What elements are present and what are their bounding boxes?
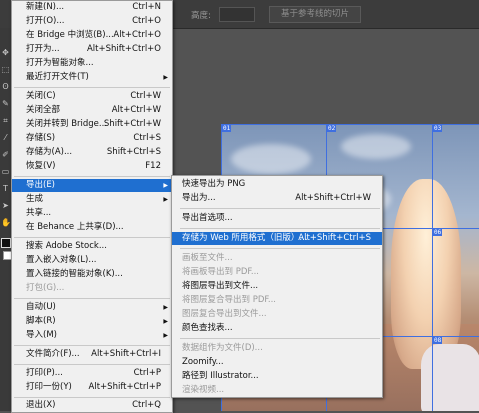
move-tool-icon[interactable]: ✥ <box>1 48 10 57</box>
menu-item-paths-to-illustrator[interactable]: 路径到 Illustrator... <box>172 370 382 383</box>
menu-item-automate[interactable]: 自动(U) ▶ <box>12 301 172 314</box>
crop-tool-icon[interactable]: ⌗ <box>1 116 10 125</box>
menu-item-recent[interactable]: 最近打开文件(T) ▶ <box>12 71 172 84</box>
submenu-arrow-icon: ▶ <box>163 74 168 81</box>
submenu-arrow-icon: ▶ <box>163 182 168 189</box>
slices-from-guides-button[interactable]: 基于参考线的切片 <box>269 6 361 23</box>
menu-item-new[interactable]: 新建(N)... Ctrl+N <box>12 1 172 14</box>
menu-item-package[interactable]: 打包(G)... <box>12 282 172 295</box>
file-menu: 新建(N)... Ctrl+N 打开(O)... Ctrl+O 在 Bridge 中… <box>11 0 173 413</box>
text-tool-icon[interactable]: T <box>1 184 10 193</box>
menu-separator <box>180 208 380 209</box>
submenu-arrow-icon: ▶ <box>163 196 168 203</box>
menu-item-zoomify[interactable]: Zoomify... <box>172 356 382 369</box>
path-select-tool-icon[interactable]: ➤ <box>1 201 10 210</box>
menu-item-open-as[interactable]: 打开为... Alt+Shift+Ctrl+O <box>12 43 172 56</box>
menu-separator <box>180 248 380 249</box>
menu-item-close-all[interactable]: 关闭全部 Alt+Ctrl+W <box>12 104 172 117</box>
eyedropper-tool-icon[interactable]: ⁄ <box>1 133 10 142</box>
height-label: 高度: <box>191 11 211 21</box>
cloud-shape <box>231 144 311 174</box>
slice-guide-vertical <box>432 124 433 411</box>
slice-label[interactable]: 03 <box>433 125 443 132</box>
foreground-color-swatch[interactable] <box>1 238 11 248</box>
menu-item-save-as[interactable]: 存储为(A)... Shift+Ctrl+S <box>12 146 172 159</box>
menu-separator <box>14 237 170 238</box>
menu-item-export-as[interactable]: 导出为... Alt+Shift+Ctrl+W <box>172 192 382 205</box>
menu-item-place-linked[interactable]: 置入链接的智能对象(K)... <box>12 268 172 281</box>
menu-item-quick-export-png[interactable]: 快速导出为 PNG <box>172 178 382 191</box>
menu-item-open[interactable]: 打开(O)... Ctrl+O <box>12 15 172 28</box>
slice-label[interactable]: 06 <box>433 229 443 236</box>
menu-item-share-behance[interactable]: 在 Behance 上共享(D)... <box>12 221 172 234</box>
menu-item-layer-comps-to-files[interactable]: 图层复合导出到文件... <box>172 308 382 321</box>
menu-item-scripts[interactable]: 脚本(R) ▶ <box>12 315 172 328</box>
menu-separator <box>14 397 170 398</box>
menu-item-search-stock[interactable]: 搜索 Adobe Stock... <box>12 240 172 253</box>
menu-item-file-info[interactable]: 文件简介(F)... Alt+Shift+Ctrl+I <box>12 348 172 361</box>
slice-label[interactable]: 02 <box>327 125 337 132</box>
menu-item-revert[interactable]: 恢复(V) F12 <box>12 160 172 173</box>
menu-item-save-for-web[interactable]: 存储为 Web 所用格式（旧版）... Alt+Shift+Ctrl+S <box>172 232 382 245</box>
menu-item-place-embedded[interactable]: 置入嵌入对象(L)... <box>12 254 172 267</box>
marquee-tool-icon[interactable]: ⬚ <box>1 65 10 74</box>
menu-item-save[interactable]: 存储(S) Ctrl+S <box>12 132 172 145</box>
menu-separator <box>14 87 170 88</box>
menu-item-render-video[interactable]: 渲染视频... <box>172 384 382 397</box>
menu-item-layer-comps-to-pdf[interactable]: 将图层复合导出到 PDF... <box>172 294 382 307</box>
menu-item-export-preferences[interactable]: 导出首选项... <box>172 212 382 225</box>
menu-separator <box>180 228 380 229</box>
submenu-arrow-icon: ▶ <box>163 332 168 339</box>
menu-item-close[interactable]: 关闭(C) Ctrl+W <box>12 90 172 103</box>
menu-item-browse-bridge[interactable]: 在 Bridge 中浏览(B)... Alt+Ctrl+O <box>12 29 172 42</box>
cloud-shape <box>341 134 411 159</box>
export-submenu: 快速导出为 PNG 导出为... Alt+Shift+Ctrl+W 导出首选项..… <box>171 175 383 398</box>
model-dress <box>421 344 479 411</box>
menu-item-artboards-to-files[interactable]: 画板至文件... <box>172 252 382 265</box>
slice-label[interactable]: 01 <box>222 125 232 132</box>
menu-item-open-smart-object[interactable]: 打开为智能对象... <box>12 57 172 70</box>
model-hair <box>391 179 461 369</box>
menu-separator <box>180 338 380 339</box>
menu-item-export[interactable]: 导出(E) ▶ <box>12 179 172 192</box>
menu-separator <box>14 364 170 365</box>
menu-item-layers-to-files[interactable]: 将图层导出到文件... <box>172 280 382 293</box>
menu-separator <box>14 345 170 346</box>
menu-item-print-one-copy[interactable]: 打印一份(Y) Alt+Shift+Ctrl+P <box>12 381 172 394</box>
height-input[interactable] <box>219 7 255 22</box>
slice-label[interactable]: 08 <box>433 337 443 344</box>
menu-item-close-to-bridge[interactable]: 关闭并转到 Bridge... Shift+Ctrl+W <box>12 118 172 131</box>
menu-item-print[interactable]: 打印(P)... Ctrl+P <box>12 367 172 380</box>
brush-tool-icon[interactable]: ✐ <box>1 150 10 159</box>
menu-separator <box>14 176 170 177</box>
menu-item-exit[interactable]: 退出(X) Ctrl+Q <box>12 399 172 412</box>
eraser-tool-icon[interactable]: ▭ <box>1 167 10 176</box>
quick-select-tool-icon[interactable]: ✎ <box>1 99 10 108</box>
menu-item-data-sets-as-files[interactable]: 数据组作为文件(D)... <box>172 342 382 355</box>
menu-separator <box>14 298 170 299</box>
submenu-arrow-icon: ▶ <box>163 318 168 325</box>
menu-item-generate[interactable]: 生成 ▶ <box>12 193 172 206</box>
menu-item-color-lookup[interactable]: 颜色查找表... <box>172 322 382 335</box>
menu-item-share[interactable]: 共享... <box>12 207 172 220</box>
menu-item-import[interactable]: 导入(M) ▶ <box>12 329 172 342</box>
menu-item-artboards-to-pdf[interactable]: 将画板导出到 PDF... <box>172 266 382 279</box>
submenu-arrow-icon: ▶ <box>163 304 168 311</box>
hand-tool-icon[interactable]: ✋ <box>1 218 11 227</box>
lasso-tool-icon[interactable]: ʘ <box>1 82 10 91</box>
